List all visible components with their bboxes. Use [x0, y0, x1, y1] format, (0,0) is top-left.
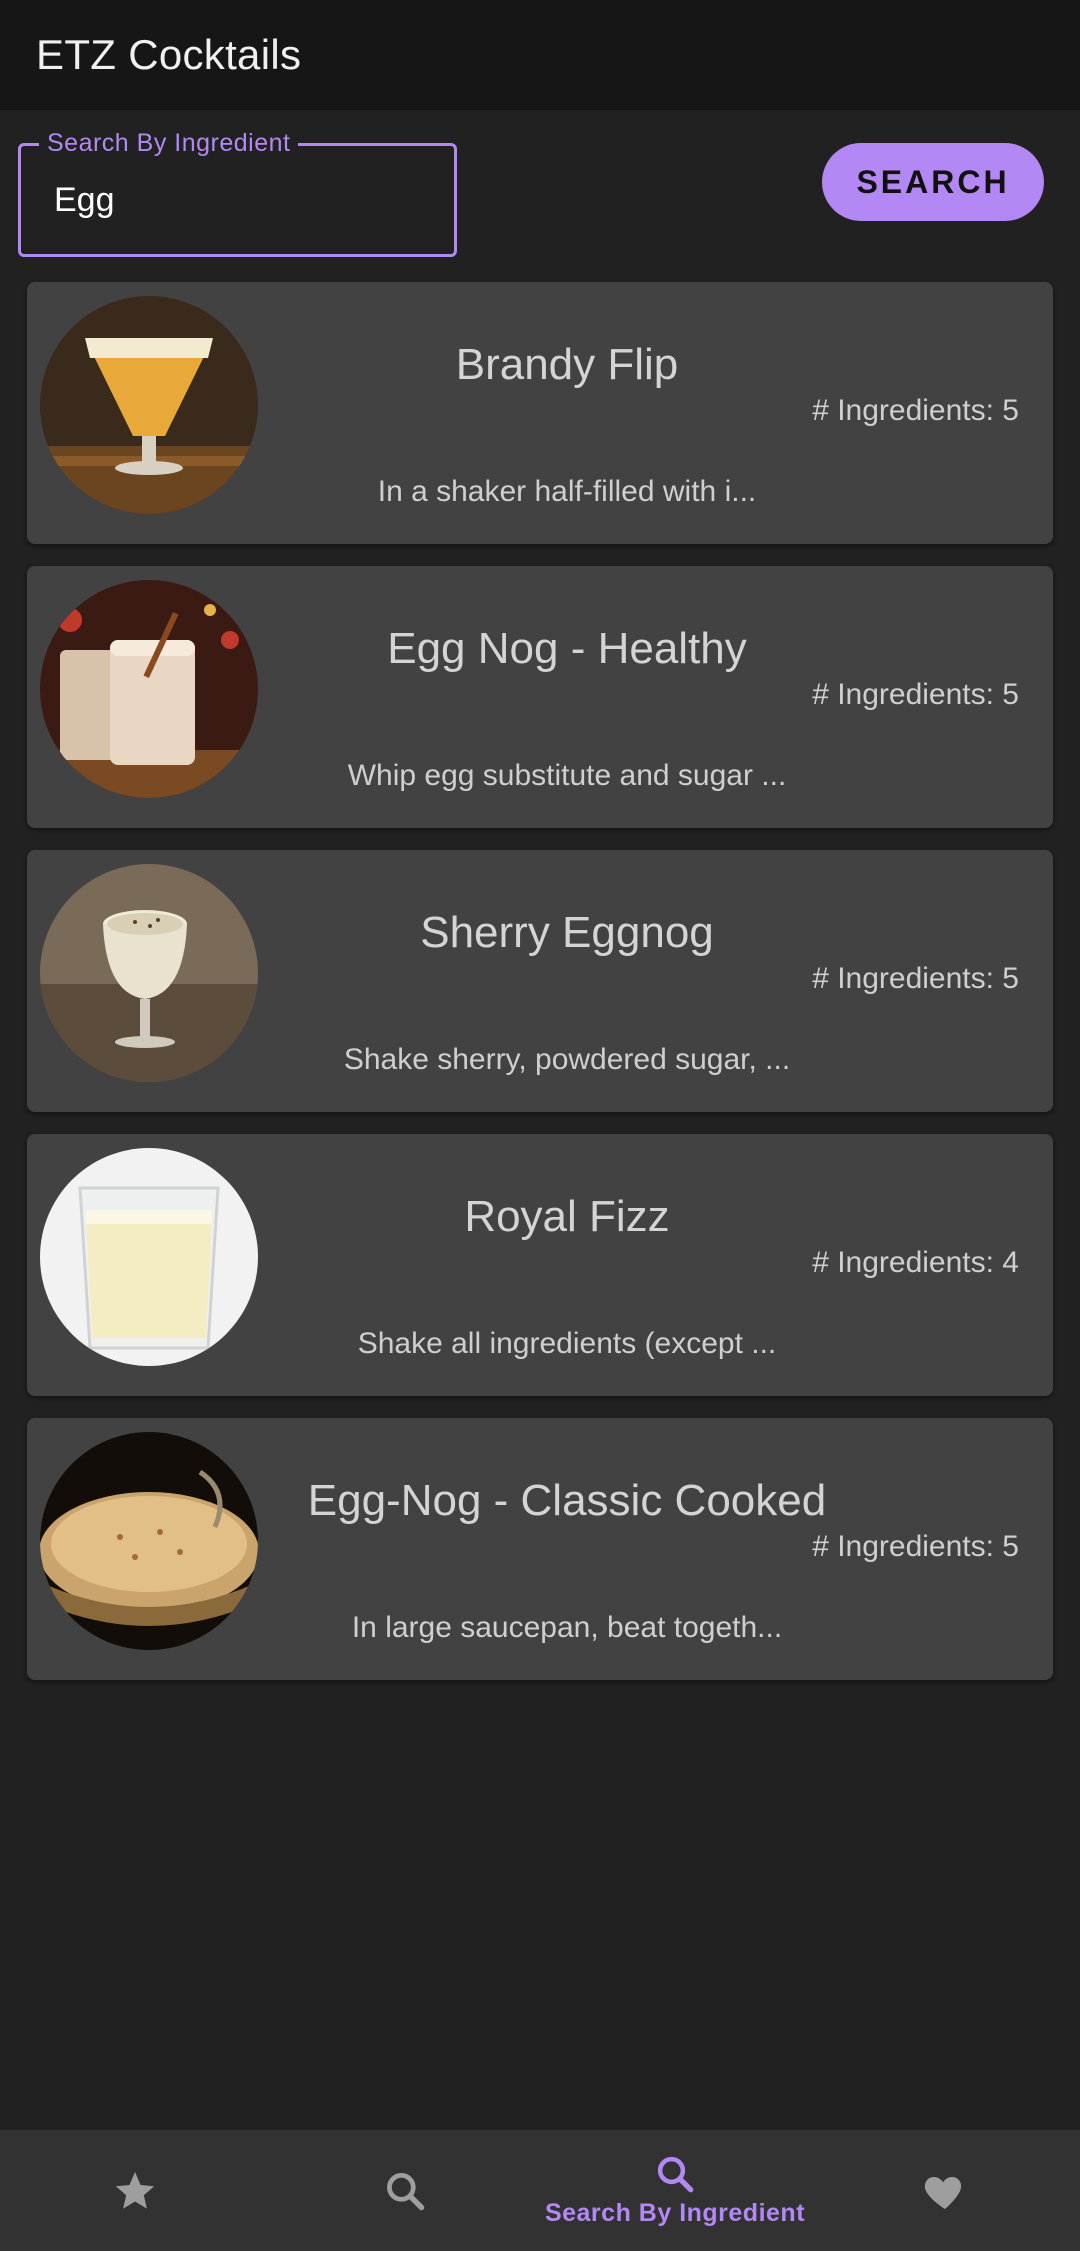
sherry-eggnog-photo — [40, 864, 258, 1082]
app-title: ETZ Cocktails — [36, 31, 302, 78]
cocktail-thumbnail — [40, 580, 258, 798]
nav-item-favorites-star[interactable] — [0, 2130, 270, 2251]
search-row: Search By Ingredient SEARCH — [0, 110, 1080, 280]
ingredient-count: # Ingredients: 4 — [812, 1246, 1019, 1279]
ingredient-count: # Ingredients: 5 — [812, 678, 1019, 711]
cocktail-name: Egg-Nog - Classic Cooked — [307, 1476, 827, 1525]
search-icon — [657, 2156, 694, 2193]
cocktail-name: Egg Nog - Healthy — [387, 624, 747, 673]
cocktail-description: In a shaker half-filled with i... — [377, 475, 757, 508]
cocktail-card[interactable]: Egg Nog - Healthy # Ingredients: 5 Whip … — [27, 566, 1053, 828]
search-button[interactable]: SEARCH — [822, 143, 1044, 221]
cocktail-name: Royal Fizz — [464, 1192, 670, 1241]
royal-fizz-photo — [40, 1148, 258, 1366]
cocktail-thumbnail — [40, 1432, 258, 1650]
egg-nog-healthy-photo — [40, 580, 258, 798]
cocktail-thumbnail — [40, 1148, 258, 1366]
ingredient-count: # Ingredients: 5 — [812, 1530, 1019, 1563]
nav-item-favorites-heart[interactable] — [810, 2130, 1080, 2251]
nav-item-search[interactable] — [270, 2130, 540, 2251]
cocktail-name: Sherry Eggnog — [420, 908, 714, 957]
egg-nog-classic-cooked-photo — [40, 1432, 258, 1650]
bottom-navigation: Search By Ingredient — [0, 2130, 1080, 2251]
cocktail-description: Shake sherry, powdered sugar, ... — [343, 1043, 791, 1076]
cocktail-card[interactable]: Brandy Flip # Ingredients: 5 In a shaker… — [27, 282, 1053, 544]
search-field-label: Search By Ingredient — [39, 129, 299, 158]
app-root: ETZ Cocktails Search By Ingredient SEARC… — [0, 0, 1080, 2251]
cocktail-description: In large saucepan, beat togeth... — [351, 1611, 783, 1644]
ingredient-count: # Ingredients: 5 — [812, 394, 1019, 427]
cocktail-description: Shake all ingredients (except ... — [357, 1327, 777, 1360]
app-bar: ETZ Cocktails — [0, 0, 1080, 110]
cocktail-thumbnail — [40, 864, 258, 1082]
cocktail-card[interactable]: Sherry Eggnog # Ingredients: 5 Shake she… — [27, 850, 1053, 1112]
ingredient-search-field[interactable]: Search By Ingredient — [18, 129, 457, 257]
results-list: Brandy Flip # Ingredients: 5 In a shaker… — [27, 282, 1053, 1702]
cocktail-card[interactable]: Egg-Nog - Classic Cooked # Ingredients: … — [27, 1418, 1053, 1680]
brandy-flip-photo — [40, 296, 258, 514]
search-icon — [387, 2172, 425, 2210]
heart-icon — [924, 2176, 962, 2209]
star-icon — [115, 2171, 155, 2209]
cocktail-description: Whip egg substitute and sugar ... — [347, 759, 787, 792]
ingredient-count: # Ingredients: 5 — [812, 962, 1019, 995]
cocktail-name: Brandy Flip — [455, 340, 679, 389]
nav-label-search-by-ingredient: Search By Ingredient — [544, 2199, 806, 2227]
cocktail-card[interactable]: Royal Fizz # Ingredients: 4 Shake all in… — [27, 1134, 1053, 1396]
cocktail-thumbnail — [40, 296, 258, 514]
ingredient-search-input[interactable] — [54, 174, 434, 226]
nav-item-search-by-ingredient[interactable]: Search By Ingredient — [540, 2130, 810, 2251]
